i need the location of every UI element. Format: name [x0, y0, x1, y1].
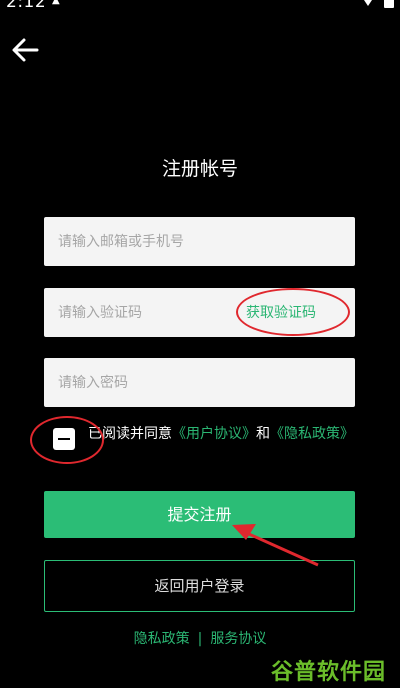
- status-icons: [360, 0, 394, 8]
- back-button[interactable]: [10, 37, 40, 63]
- user-agreement-link[interactable]: 《用户协议》: [172, 426, 256, 442]
- status-time: 2:12: [6, 0, 47, 12]
- email-input[interactable]: [56, 232, 340, 251]
- agreement-text: 已阅读并同意《用户协议》和《隐私政策》: [88, 424, 358, 444]
- code-field[interactable]: 获取验证码: [44, 288, 355, 337]
- wifi-icon: [360, 0, 376, 6]
- password-field[interactable]: [44, 358, 355, 407]
- status-bar: 2:12 ▲: [0, 0, 400, 14]
- watermark-text: 谷普软件园: [270, 660, 386, 685]
- password-input[interactable]: [56, 373, 340, 392]
- watermark: 谷普软件园: [271, 654, 386, 686]
- arrow-left-icon: [12, 38, 39, 62]
- privacy-policy-link[interactable]: 《隐私政策》: [270, 426, 354, 442]
- footer-separator: |: [197, 631, 203, 647]
- footer-privacy-link[interactable]: 隐私政策: [134, 631, 190, 647]
- footer-service-link[interactable]: 服务协议: [210, 631, 266, 647]
- agreement-row: 已阅读并同意《用户协议》和《隐私政策》: [53, 424, 363, 464]
- verification-code-input[interactable]: [56, 303, 240, 322]
- notification-icon: ▲: [52, 0, 60, 6]
- agreement-and: 和: [256, 426, 270, 442]
- submit-register-button[interactable]: 提交注册: [44, 491, 355, 538]
- page-title: 注册帐号: [161, 158, 238, 180]
- agree-checkbox[interactable]: [53, 428, 75, 450]
- footer-links: 隐私政策 | 服务协议: [0, 628, 400, 648]
- battery-icon: [384, 0, 394, 8]
- agreement-prefix: 已阅读并同意: [88, 426, 172, 442]
- get-code-button[interactable]: 获取验证码: [246, 302, 316, 322]
- email-field[interactable]: [44, 217, 355, 266]
- checkbox-dash-icon: [58, 438, 70, 440]
- back-to-login-button[interactable]: 返回用户登录: [44, 560, 355, 612]
